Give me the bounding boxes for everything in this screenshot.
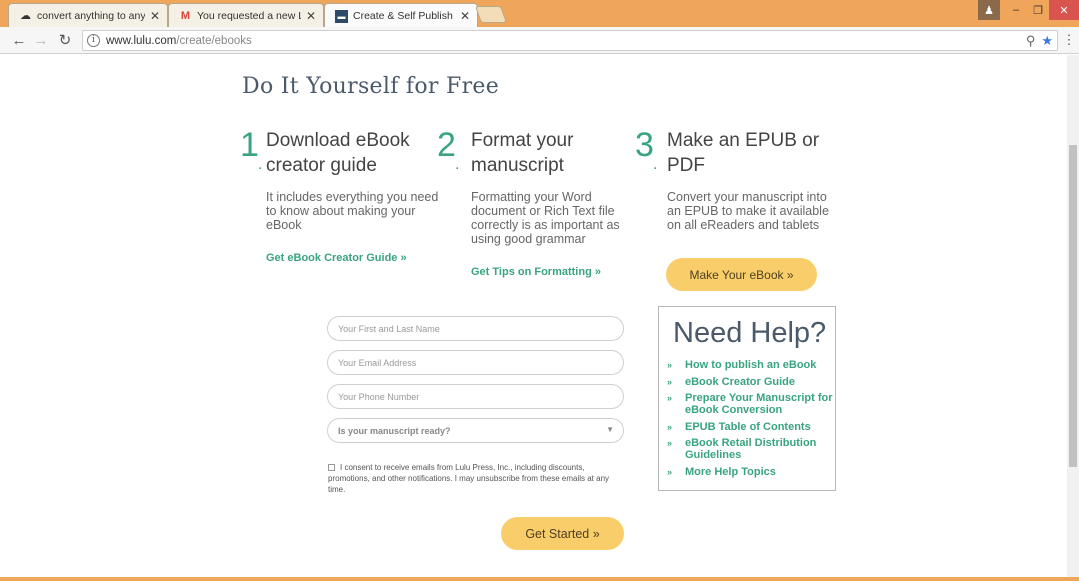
tab-lulu[interactable]: ▬ Create & Self Publish Yo ✕ [324,3,478,28]
chevron-down-icon: ▼ [606,425,614,434]
restore-icon[interactable]: ❐ [1027,0,1049,20]
help-item: » eBook Retail Distribution Guidelines [667,437,833,461]
url-host: www.lulu.com [106,34,177,47]
make-your-ebook-button[interactable]: Make Your eBook » [666,258,817,291]
url-path: /create/ebooks [176,34,252,47]
step-number: 1 [240,126,259,164]
address-bar[interactable]: i www.lulu.com/create/ebooks ⚲ ★ [82,30,1058,51]
scroll-thumb[interactable] [1069,145,1077,467]
step-description: Formatting your Word document or Rich Te… [471,190,620,246]
window-close-icon[interactable]: ✕ [1049,0,1079,20]
bullet-icon: » [667,360,673,370]
zoom-icon[interactable]: ⚲ [1026,33,1036,49]
step-dot: . [455,156,460,173]
step-number: 3 [635,126,654,164]
name-field[interactable]: Your First and Last Name [327,316,624,341]
consent-checkbox[interactable] [328,464,335,472]
tab-gmail[interactable]: M You requested a new Lul ✕ [168,3,324,27]
bookmark-star-icon[interactable]: ★ [1041,33,1053,49]
step-description: It includes everything you need to know … [266,190,439,232]
page-title: Do It Yourself for Free [242,74,500,99]
bullet-icon: » [667,438,673,448]
email-field[interactable]: Your Email Address [327,350,624,375]
close-icon[interactable]: ✕ [149,9,161,23]
close-icon[interactable]: ✕ [459,9,471,23]
gmail-icon: M [180,9,191,22]
help-link-more-topics[interactable]: More Help Topics [685,466,776,478]
tab-convert[interactable]: ☁ convert anything to any ✕ [8,3,168,27]
profile-icon[interactable]: ♟ [978,0,1000,20]
get-tips-on-formatting-link[interactable]: Get Tips on Formatting » [471,266,601,278]
close-icon[interactable]: ✕ [305,9,317,23]
lulu-icon: ▬ [335,9,348,23]
help-item: » More Help Topics [667,466,833,478]
new-tab-button[interactable] [474,6,508,23]
info-icon[interactable]: i [87,34,100,47]
back-arrow-icon[interactable]: ← [10,31,28,49]
minimize-icon[interactable]: – [1005,0,1027,20]
consent-row: I consent to receive emails from Lulu Pr… [328,462,628,495]
step-heading: Format your manuscript [471,130,574,176]
step-dot: . [653,156,658,173]
help-link-creator-guide[interactable]: eBook Creator Guide [685,376,795,388]
step-number: 2 [437,126,456,164]
help-link-how-to-publish[interactable]: How to publish an eBook [685,359,816,371]
get-ebook-creator-guide-link[interactable]: Get eBook Creator Guide » [266,252,407,264]
step-description: Convert your manuscript into an EPUB to … [667,190,829,232]
tab-label: Create & Self Publish Yo [353,10,455,22]
bullet-icon: » [667,421,673,432]
manuscript-ready-select[interactable]: Is your manuscript ready? ▼ [327,418,624,443]
page-scrollbar[interactable] [1067,55,1079,577]
help-title: Need Help? [673,317,827,349]
bullet-icon: » [667,376,673,387]
bullet-icon: » [667,466,673,477]
help-link-epub-toc[interactable]: EPUB Table of Contents [685,421,811,433]
help-item: » eBook Creator Guide [667,376,833,388]
forward-arrow-icon[interactable]: → [32,31,50,49]
help-link-prepare-manuscript[interactable]: Prepare Your Manuscript for eBook Conver… [685,392,833,416]
help-item: » Prepare Your Manuscript for eBook Conve… [667,392,833,416]
help-item: » EPUB Table of Contents [667,421,833,433]
tab-strip: ☁ convert anything to any ✕ M You reques… [0,0,1079,28]
help-item: » How to publish an eBook [667,359,833,371]
step-heading: Download eBook creator guide [266,130,410,176]
help-links: » How to publish an eBook » eBook Creator … [667,359,833,482]
help-link-retail-distribution[interactable]: eBook Retail Distribution Guidelines [685,437,833,461]
tab-label: You requested a new Lul [197,9,301,22]
phone-field[interactable]: Your Phone Number [327,384,624,409]
menu-dots-icon[interactable]: ⋮ [1060,31,1078,49]
cloud-icon: ☁ [20,10,31,22]
tab-label: convert anything to any [37,9,145,22]
reload-icon[interactable]: ↻ [56,31,74,49]
step-dot: . [258,156,263,173]
browser-toolbar: ← → ↻ i www.lulu.com/create/ebooks ⚲ ★ ⋮ [0,27,1079,54]
consent-text: I consent to receive emails from Lulu Pr… [328,463,610,494]
need-help-panel: Need Help? » How to publish an eBook » eBo… [658,306,836,491]
get-started-button[interactable]: Get Started » [501,517,624,550]
step-heading: Make an EPUB or PDF [667,130,820,176]
bullet-icon: » [667,393,673,403]
window-bottom-border [0,577,1079,581]
select-label: Is your manuscript ready? [338,425,451,436]
